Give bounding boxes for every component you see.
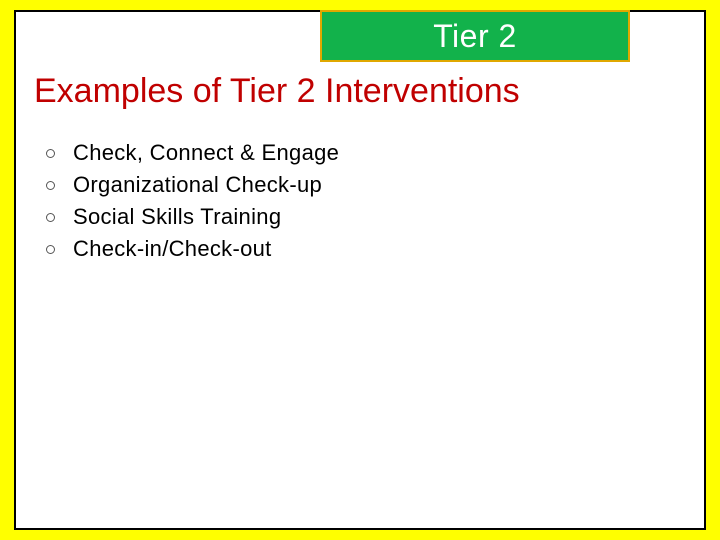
bullet-icon	[46, 245, 55, 254]
slide-title: Examples of Tier 2 Interventions	[34, 72, 520, 111]
slide-card: Tier 2 Examples of Tier 2 Interventions …	[14, 10, 706, 530]
intervention-list: Check, Connect & Engage Organizational C…	[46, 140, 339, 268]
list-item-label: Check-in/Check-out	[73, 236, 272, 262]
list-item-label: Social Skills Training	[73, 204, 281, 230]
list-item-label: Check, Connect & Engage	[73, 140, 339, 166]
bullet-icon	[46, 181, 55, 190]
tier-badge: Tier 2	[320, 10, 630, 62]
bullet-icon	[46, 149, 55, 158]
list-item: Check, Connect & Engage	[46, 140, 339, 166]
list-item: Social Skills Training	[46, 204, 339, 230]
list-item-label: Organizational Check-up	[73, 172, 322, 198]
bullet-icon	[46, 213, 55, 222]
list-item: Check-in/Check-out	[46, 236, 339, 262]
tier-badge-label: Tier 2	[433, 18, 517, 55]
list-item: Organizational Check-up	[46, 172, 339, 198]
